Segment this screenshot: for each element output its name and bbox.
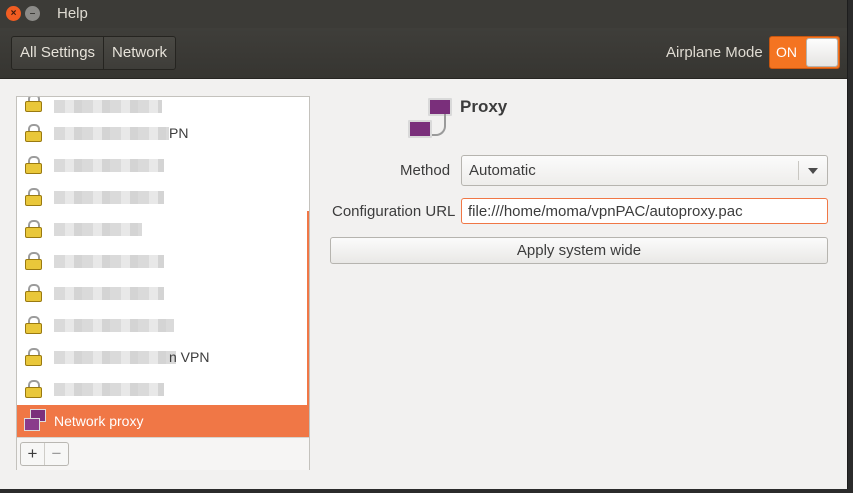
lock-icon	[25, 156, 42, 174]
redacted-text	[54, 127, 169, 140]
lock-icon	[25, 316, 42, 334]
window-title: Help	[57, 5, 88, 22]
redacted-text	[54, 383, 164, 396]
redacted-text	[54, 159, 164, 172]
list-item-label: PN	[169, 125, 189, 141]
list-buttons: + −	[20, 442, 69, 466]
lock-icon	[25, 380, 42, 398]
lock-icon	[25, 252, 42, 270]
page-title: Proxy	[460, 97, 508, 116]
switch-state-label: ON	[776, 44, 797, 60]
lock-icon	[25, 220, 42, 238]
list-item-label: Network proxy	[54, 413, 144, 429]
chevron-down-icon	[808, 168, 818, 174]
redacted-text	[54, 255, 164, 268]
close-window-button[interactable]: ×	[6, 6, 21, 21]
network-button[interactable]: Network	[103, 37, 175, 69]
list-item[interactable]	[17, 277, 309, 309]
apply-system-wide-button[interactable]: Apply system wide	[330, 237, 828, 264]
config-url-label: Configuration URL	[332, 203, 456, 220]
network-proxy-icon	[24, 409, 46, 431]
redacted-text	[54, 191, 164, 204]
all-settings-button[interactable]: All Settings	[12, 37, 103, 69]
lock-icon	[25, 97, 42, 112]
redacted-text	[54, 319, 174, 332]
list-item[interactable]	[17, 373, 309, 405]
redacted-text	[54, 351, 176, 364]
method-label: Method	[400, 162, 451, 179]
list-item-label: n VPN	[169, 349, 210, 365]
title-bar: × – Help	[0, 0, 847, 28]
list-item[interactable]	[17, 213, 309, 245]
network-proxy-icon	[408, 98, 454, 142]
lock-icon	[25, 124, 42, 142]
remove-connection-button[interactable]: −	[44, 443, 68, 465]
scrollbar[interactable]	[307, 211, 309, 437]
method-select[interactable]: Automatic	[461, 155, 828, 186]
list-toolbar: + −	[17, 437, 309, 470]
lock-icon	[25, 348, 42, 366]
list-item[interactable]	[17, 309, 309, 341]
list-item[interactable]: n VPN	[17, 341, 309, 373]
list-item-network-proxy[interactable]: Network proxy	[17, 405, 309, 437]
list-item[interactable]: PN	[17, 117, 309, 149]
switch-knob[interactable]	[806, 38, 838, 67]
airplane-mode-label: Airplane Mode	[666, 44, 763, 61]
lock-icon	[25, 284, 42, 302]
redacted-text	[54, 287, 164, 300]
redacted-text	[54, 100, 162, 113]
settings-window: × – Help All Settings Network Airplane M…	[0, 0, 848, 489]
minimize-window-button[interactable]: –	[25, 6, 40, 21]
add-connection-button[interactable]: +	[21, 443, 44, 465]
list-item[interactable]	[17, 245, 309, 277]
list-item[interactable]	[17, 181, 309, 213]
lock-icon	[25, 188, 42, 206]
list-item[interactable]	[17, 149, 309, 181]
list-item[interactable]	[17, 97, 309, 119]
redacted-text	[54, 223, 142, 236]
method-value: Automatic	[469, 162, 536, 179]
connection-list-scroll: PN n VPN Network proxy	[17, 97, 309, 437]
airplane-mode-switch[interactable]: ON	[769, 36, 840, 69]
connection-list: PN n VPN Network proxy + −	[16, 96, 310, 470]
breadcrumb: All Settings Network	[11, 36, 177, 70]
config-url-field[interactable]	[461, 198, 828, 224]
